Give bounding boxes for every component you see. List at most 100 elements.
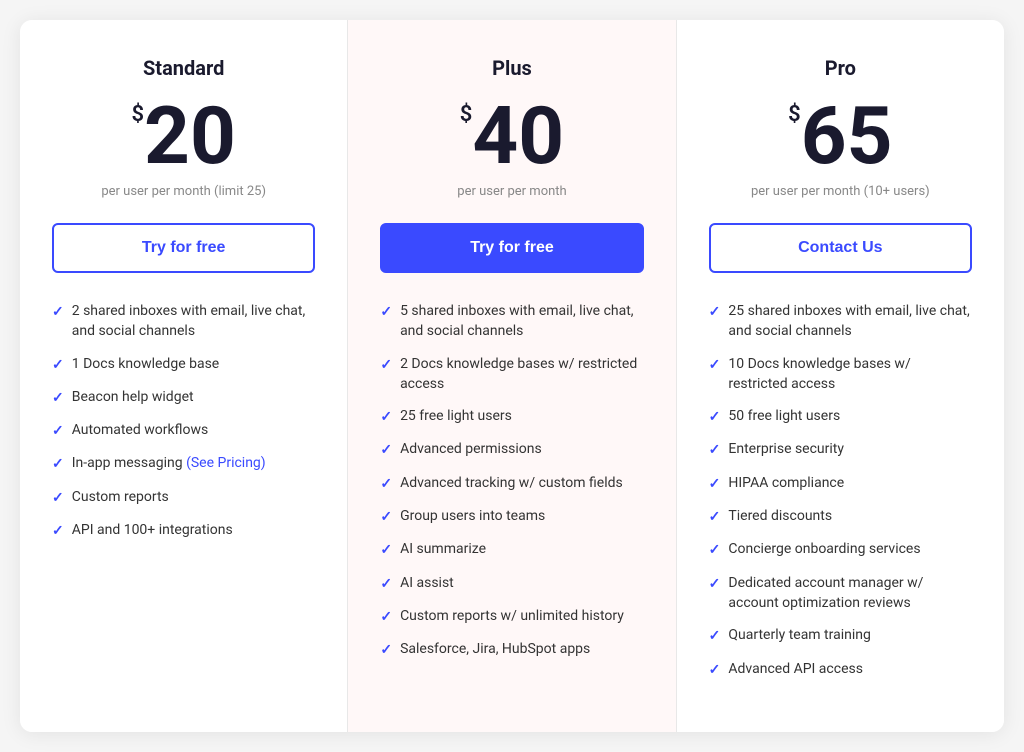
check-icon: ✓ [709, 302, 721, 322]
check-icon: ✓ [52, 355, 64, 375]
feature-text: 2 Docs knowledge bases w/ restricted acc… [400, 354, 644, 395]
feature-text: 10 Docs knowledge bases w/ restricted ac… [728, 354, 972, 395]
pricing-card-standard: Standard $20 per user per month (limit 25)… [20, 20, 348, 732]
cta-button-pro[interactable]: Contact Us [709, 223, 972, 273]
feature-text: In-app messaging (See Pricing) [72, 453, 266, 473]
list-item: ✓AI assist [380, 573, 643, 594]
check-icon: ✓ [709, 507, 721, 527]
cta-button-standard[interactable]: Try for free [52, 223, 315, 273]
list-item: ✓5 shared inboxes with email, live chat,… [380, 301, 643, 342]
check-icon: ✓ [380, 355, 392, 375]
list-item: ✓ 25 shared inboxes with email, live chat… [709, 301, 972, 342]
list-item: ✓ Custom reports [52, 487, 315, 508]
list-item: ✓ 10 Docs knowledge bases w/ restricted a… [709, 354, 972, 395]
check-icon: ✓ [709, 407, 721, 427]
feature-text: Custom reports [72, 487, 169, 507]
plan-name-plus: Plus [380, 56, 643, 80]
check-icon: ✓ [380, 507, 392, 527]
check-icon: ✓ [52, 421, 64, 441]
check-icon: ✓ [52, 302, 64, 322]
list-item: ✓ In-app messaging (See Pricing) [52, 453, 315, 474]
check-icon: ✓ [380, 440, 392, 460]
list-item: ✓ Quarterly team training [709, 625, 972, 646]
feature-text: Tiered discounts [728, 506, 832, 526]
feature-text: Custom reports w/ unlimited history [400, 606, 624, 626]
list-item: ✓ Advanced tracking w/ custom fields [380, 473, 643, 494]
check-icon: ✓ [380, 640, 392, 660]
feature-text: AI assist [400, 573, 454, 593]
list-item: ✓HIPAA compliance [709, 473, 972, 494]
feature-text: Group users into teams [400, 506, 545, 526]
check-icon: ✓ [709, 540, 721, 560]
price-block-standard: $20 [52, 96, 315, 176]
price-currency-pro: $ [788, 104, 801, 126]
check-icon: ✓ [380, 302, 392, 322]
list-item: ✓ 50 free light users [709, 406, 972, 427]
price-currency-standard: $ [131, 104, 144, 126]
check-icon: ✓ [52, 454, 64, 474]
feature-text: Salesforce, Jira, HubSpot apps [400, 639, 590, 659]
cta-button-plus[interactable]: Try for free [380, 223, 643, 273]
feature-text: Beacon help widget [72, 387, 194, 407]
feature-text: Quarterly team training [728, 625, 870, 645]
feature-text: 25 shared inboxes with email, live chat,… [728, 301, 972, 342]
list-item: ✓ 2 Docs knowledge bases w/ restricted ac… [380, 354, 643, 395]
list-item: ✓ Tiered discounts [709, 506, 972, 527]
list-item: ✓Custom reports w/ unlimited history [380, 606, 643, 627]
features-list-plus: ✓5 shared inboxes with email, live chat,… [380, 301, 643, 661]
list-item: ✓ Advanced API access [709, 659, 972, 680]
list-item: ✓ Enterprise security [709, 439, 972, 460]
check-icon: ✓ [709, 660, 721, 680]
feature-text: 50 free light users [728, 406, 840, 426]
feature-text: API and 100+ integrations [72, 520, 233, 540]
price-period-standard: per user per month (limit 25) [52, 184, 315, 199]
list-item: ✓ Group users into teams [380, 506, 643, 527]
price-display-pro: $65 [788, 96, 892, 176]
price-block-pro: $65 [709, 96, 972, 176]
list-item: ✓ 2 shared inboxes with email, live chat,… [52, 301, 315, 342]
list-item: ✓Beacon help widget [52, 387, 315, 408]
feature-text: Advanced API access [728, 659, 863, 679]
price-amount-pro: 65 [801, 96, 893, 176]
check-icon: ✓ [709, 355, 721, 375]
plan-name-standard: Standard [52, 56, 315, 80]
feature-text: Dedicated account manager w/ account opt… [728, 573, 972, 614]
pricing-card-pro: Pro$65per user per month (10+ users)Cont… [677, 20, 1004, 732]
plan-name-pro: Pro [709, 56, 972, 80]
feature-text: 1 Docs knowledge base [72, 354, 219, 374]
features-list-pro: ✓ 25 shared inboxes with email, live chat… [709, 301, 972, 680]
feature-text: 2 shared inboxes with email, live chat, … [72, 301, 316, 342]
check-icon: ✓ [52, 488, 64, 508]
feature-text: Advanced tracking w/ custom fields [400, 473, 623, 493]
see-pricing-link[interactable]: (See Pricing) [186, 455, 266, 471]
list-item: ✓ Automated workflows [52, 420, 315, 441]
list-item: ✓ API and 100+ integrations [52, 520, 315, 541]
check-icon: ✓ [380, 540, 392, 560]
pricing-card-plus: Plus$40per user per monthTry for free✓5 … [348, 20, 676, 732]
check-icon: ✓ [52, 521, 64, 541]
feature-text: HIPAA compliance [728, 473, 844, 493]
check-icon: ✓ [709, 574, 721, 594]
price-amount-plus: 40 [472, 96, 564, 176]
feature-text: Enterprise security [728, 439, 844, 459]
price-block-plus: $40 [380, 96, 643, 176]
list-item: ✓ AI summarize [380, 539, 643, 560]
check-icon: ✓ [709, 440, 721, 460]
price-amount-standard: 20 [144, 96, 236, 176]
price-display-plus: $40 [460, 96, 564, 176]
check-icon: ✓ [709, 626, 721, 646]
price-currency-plus: $ [460, 104, 473, 126]
pricing-container: Standard $20 per user per month (limit 25)… [20, 20, 1004, 732]
feature-text: AI summarize [400, 539, 486, 559]
list-item: ✓ Salesforce, Jira, HubSpot apps [380, 639, 643, 660]
feature-text: Automated workflows [72, 420, 209, 440]
list-item: ✓ Dedicated account manager w/ account op… [709, 573, 972, 614]
check-icon: ✓ [380, 407, 392, 427]
list-item: ✓ Concierge onboarding services [709, 539, 972, 560]
list-item: ✓25 free light users [380, 406, 643, 427]
feature-text: Concierge onboarding services [728, 539, 920, 559]
list-item: ✓ Advanced permissions [380, 439, 643, 460]
features-list-standard: ✓ 2 shared inboxes with email, live chat,… [52, 301, 315, 541]
feature-text: Advanced permissions [400, 439, 542, 459]
check-icon: ✓ [380, 474, 392, 494]
